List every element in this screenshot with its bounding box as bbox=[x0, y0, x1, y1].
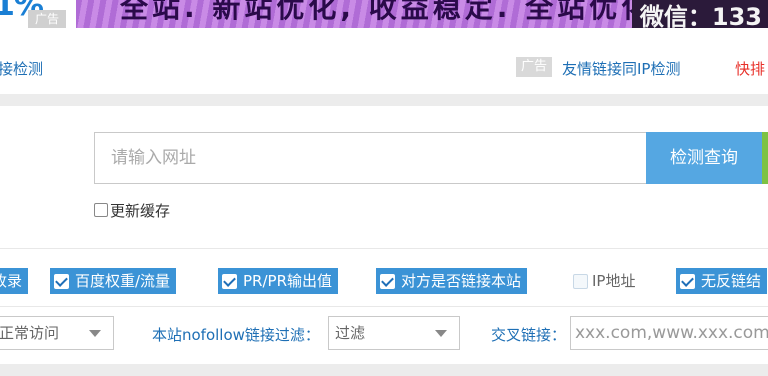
option-baidu-weight[interactable]: 百度权重/流量 bbox=[50, 268, 177, 294]
checkbox-checked-icon[interactable] bbox=[222, 273, 237, 289]
nofollow-select[interactable]: 过滤 bbox=[328, 316, 460, 350]
nav-link-check[interactable]: 接检测 bbox=[0, 58, 43, 79]
promo-banner-text: 全站. 新站优化, 收益稳定. 全站优化 bbox=[120, 0, 654, 24]
access-select[interactable]: 正常访问 bbox=[0, 316, 114, 350]
chevron-down-icon bbox=[435, 330, 447, 337]
green-edge-decoration bbox=[762, 132, 768, 184]
logo-ad-tag: 广告 bbox=[28, 10, 66, 28]
nofollow-select-value: 过滤 bbox=[335, 324, 366, 342]
option-label: 无反链结 bbox=[701, 272, 762, 290]
refresh-cache-option[interactable]: 更新缓存 bbox=[94, 200, 170, 220]
checkbox-checked-icon[interactable] bbox=[54, 273, 69, 289]
site-logo[interactable]: 1% 广告 bbox=[0, 0, 70, 30]
divider bbox=[0, 248, 768, 249]
divider bbox=[0, 306, 768, 307]
page: 1% 广告 全站. 新站优化, 收益稳定. 全站优化 微信：133 接检测 广告… bbox=[0, 0, 768, 376]
option-pr[interactable]: PR/PR输出值 bbox=[218, 268, 338, 294]
chevron-down-icon bbox=[89, 330, 101, 337]
nav-link-fast-rank[interactable]: 快排 bbox=[735, 58, 765, 79]
option-ip-address[interactable]: IP地址 bbox=[573, 268, 635, 294]
promo-banner[interactable]: 全站. 新站优化, 收益稳定. 全站优化 微信：133 bbox=[76, 0, 768, 28]
url-input[interactable] bbox=[94, 132, 646, 184]
wechat-contact: 微信：133 bbox=[631, 0, 768, 28]
cross-link-label: 交叉链接： bbox=[491, 326, 567, 344]
option-label: 对方是否链接本站 bbox=[401, 272, 522, 290]
option-label: 收录 bbox=[0, 272, 23, 290]
section-separator bbox=[0, 94, 768, 106]
option-label: PR/PR输出值 bbox=[243, 272, 332, 290]
refresh-cache-checkbox[interactable] bbox=[94, 203, 108, 217]
option-indexed[interactable]: 收录 bbox=[0, 268, 29, 294]
nofollow-filter-label: 本站nofollow链接过滤： bbox=[152, 326, 320, 344]
option-label: IP地址 bbox=[592, 272, 636, 290]
nav-link-ip-check[interactable]: 友情链接同IP检测 bbox=[562, 58, 680, 79]
option-backlink[interactable]: 对方是否链接本站 bbox=[376, 268, 528, 294]
checkbox-checked-icon[interactable] bbox=[680, 273, 695, 289]
access-select-value: 正常访问 bbox=[0, 324, 60, 342]
nav-ad-tag: 广告 bbox=[516, 57, 552, 77]
option-label: 百度权重/流量 bbox=[75, 272, 171, 290]
option-no-backlink[interactable]: 无反链结 bbox=[676, 268, 768, 294]
refresh-cache-label: 更新缓存 bbox=[110, 201, 171, 220]
search-button[interactable]: 检测查询 bbox=[646, 132, 762, 184]
cross-link-input[interactable] bbox=[570, 316, 768, 350]
nav-bar: 接检测 广告 友情链接同IP检测 快排 bbox=[0, 40, 768, 94]
bottom-separator bbox=[0, 364, 768, 376]
checkbox-checked-icon[interactable] bbox=[380, 273, 395, 289]
checkbox-unchecked-icon[interactable] bbox=[573, 273, 588, 289]
top-banner-row: 1% 广告 全站. 新站优化, 收益稳定. 全站优化 微信：133 bbox=[0, 0, 768, 30]
